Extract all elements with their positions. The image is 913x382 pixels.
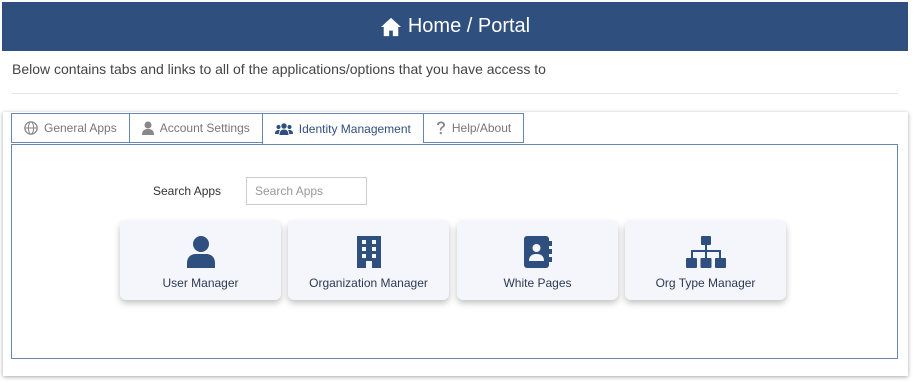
- app-label: White Pages: [503, 276, 572, 290]
- page-title: Home / Portal: [407, 15, 531, 37]
- app-card-user-manager[interactable]: User Manager: [120, 221, 281, 300]
- tab-label: General Apps: [44, 121, 117, 135]
- app-card-organization-manager[interactable]: Organization Manager: [288, 221, 449, 300]
- building-icon: [356, 236, 381, 268]
- globe-icon: [24, 121, 38, 135]
- search-input[interactable]: [246, 177, 367, 205]
- divider: [12, 93, 898, 94]
- tab-label: Help/About: [451, 121, 512, 135]
- tab-help-about[interactable]: Help/About: [422, 113, 525, 143]
- page-header: Home / Portal: [2, 2, 908, 51]
- user-icon: [141, 121, 154, 135]
- tab-label: Identity Management: [298, 122, 411, 136]
- tab-identity-management[interactable]: Identity Management: [261, 113, 423, 145]
- page-description: Below contains tabs and links to all of …: [12, 61, 546, 77]
- tab-account-settings[interactable]: Account Settings: [128, 113, 262, 143]
- app-card-white-pages[interactable]: White Pages: [457, 221, 618, 300]
- question-icon: [436, 121, 445, 135]
- app-label: Organization Manager: [309, 276, 428, 290]
- app-label: Org Type Manager: [655, 276, 756, 290]
- sitemap-icon: [685, 236, 726, 268]
- tab-bar: General Apps Account Settings Identity M…: [11, 113, 525, 145]
- users-icon: [274, 123, 293, 135]
- address-book-icon: [523, 236, 552, 268]
- tab-general-apps[interactable]: General Apps: [11, 113, 129, 143]
- app-card-org-type-manager[interactable]: Org Type Manager: [625, 221, 786, 300]
- tab-label: Account Settings: [159, 121, 250, 135]
- app-label: User Manager: [162, 276, 239, 290]
- home-icon: [380, 17, 401, 36]
- search-label: Search Apps: [153, 184, 222, 198]
- user-icon: [186, 236, 215, 268]
